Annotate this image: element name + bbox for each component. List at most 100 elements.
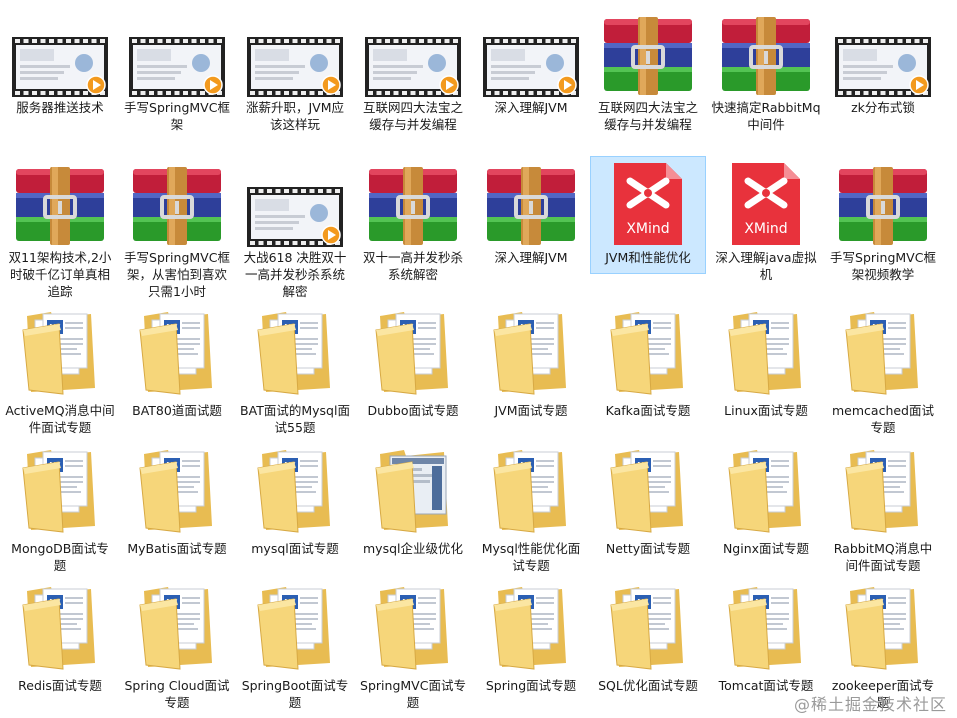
file-item[interactable]: W RabbitMQ消息中间件面试专题 <box>825 443 941 573</box>
folder-icon: W <box>138 310 216 400</box>
folder-icon: W <box>492 448 570 538</box>
archive-icon <box>14 167 106 249</box>
file-item[interactable]: 深入理解JVM <box>473 6 589 124</box>
video-file-icon <box>129 37 225 101</box>
file-item[interactable]: W Spring面试专题 <box>473 580 589 710</box>
folder-icon: W <box>609 310 687 400</box>
xmind-logo-text: XMind <box>626 221 669 237</box>
file-label: 大战618 决胜双十一高并发秒杀系统解密 <box>243 250 347 299</box>
file-item[interactable]: W Netty面试专题 <box>590 443 706 573</box>
folder-icon: W <box>844 310 922 400</box>
archive-icon <box>131 167 223 249</box>
file-item[interactable]: 服务器推送技术 <box>2 6 118 124</box>
watermark: @稀土掘金技术社区 <box>793 695 947 714</box>
xmind-icon: XMind <box>730 161 802 251</box>
folder-icon: W <box>492 310 570 400</box>
xmind-logo-text: XMind <box>744 221 787 237</box>
video-file-icon <box>835 37 931 101</box>
folder-screenshot-icon <box>374 448 452 538</box>
file-item[interactable]: W memcached面试专题 <box>825 305 941 435</box>
file-item[interactable]: W JVM面试专题 <box>473 305 589 435</box>
archive-icon <box>602 17 694 99</box>
file-label: 快速搞定RabbitMq中间件 <box>711 100 821 132</box>
folder-icon: W <box>844 448 922 538</box>
video-file-icon <box>483 37 579 101</box>
file-label: 涨薪升职，JVM应该这样玩 <box>245 100 345 132</box>
file-item[interactable]: 手写SpringMVC框架视频教学 <box>825 156 941 282</box>
file-label: Dubbo面试专题 <box>367 403 459 418</box>
file-label: Nginx面试专题 <box>722 541 810 556</box>
file-item[interactable]: W Mysql性能优化面试专题 <box>473 443 589 573</box>
file-label: zk分布式锁 <box>851 100 915 115</box>
file-item[interactable]: 涨薪升职，JVM应该这样玩 <box>237 6 353 132</box>
file-item[interactable]: W ActiveMQ消息中间件面试专题 <box>2 305 118 435</box>
file-item[interactable]: 双11架构技术,2小时破千亿订单真相追踪 <box>2 156 118 299</box>
folder-icon: W <box>21 585 99 675</box>
file-item[interactable]: zk分布式锁 <box>825 6 941 124</box>
file-label: SQL优化面试专题 <box>598 678 698 693</box>
file-label: Spring面试专题 <box>485 678 577 693</box>
folder-icon: W <box>21 310 99 400</box>
file-label: 双十一高并发秒杀系统解密 <box>362 250 463 282</box>
file-item[interactable]: mysql企业级优化 <box>355 443 471 573</box>
archive-icon <box>367 167 459 249</box>
file-item[interactable]: XMind JVM和性能优化 <box>590 156 706 274</box>
file-label: 手写SpringMVC框架 <box>124 100 230 132</box>
folder-icon: W <box>727 448 805 538</box>
file-item[interactable]: 双十一高并发秒杀系统解密 <box>355 156 471 282</box>
file-label: SpringMVC面试专题 <box>360 678 466 710</box>
file-label: SpringBoot面试专题 <box>241 678 349 710</box>
file-item[interactable]: XMind 深入理解java虚拟机 <box>708 156 824 282</box>
file-label: Redis面试专题 <box>18 678 102 693</box>
file-label: JVM和性能优化 <box>605 250 691 265</box>
file-item[interactable]: W SpringBoot面试专题 <box>237 580 353 710</box>
file-icon-grid: 服务器推送技术 手写SpringMVC框架 涨薪升职，JVM应该这样玩 互联网四… <box>0 0 957 718</box>
file-label: BAT面试的Mysql面试55题 <box>240 403 350 435</box>
file-item[interactable]: W MyBatis面试专题 <box>119 443 235 573</box>
file-item[interactable]: 互联网四大法宝之缓存与并发编程 <box>590 6 706 132</box>
video-file-icon <box>12 37 108 101</box>
file-item[interactable]: 大战618 决胜双十一高并发秒杀系统解密 <box>237 156 353 299</box>
folder-icon: W <box>609 448 687 538</box>
file-item[interactable]: W Nginx面试专题 <box>708 443 824 573</box>
file-label: 互联网四大法宝之缓存与并发编程 <box>597 100 698 132</box>
folder-icon: W <box>256 310 334 400</box>
file-item[interactable]: 手写SpringMVC框架，从害怕到喜欢只需1小时 <box>119 156 235 299</box>
file-item[interactable]: W BAT80道面试题 <box>119 305 235 435</box>
video-file-icon <box>247 187 343 251</box>
file-label: 手写SpringMVC框架视频教学 <box>830 250 936 282</box>
file-item[interactable]: W Linux面试专题 <box>708 305 824 435</box>
file-item[interactable]: W Redis面试专题 <box>2 580 118 710</box>
file-label: 双11架构技术,2小时破千亿订单真相追踪 <box>8 250 112 299</box>
file-item[interactable]: 互联网四大法宝之缓存与并发编程 <box>355 6 471 132</box>
file-label: MongoDB面试专题 <box>11 541 109 573</box>
video-file-icon <box>247 37 343 101</box>
file-item[interactable]: 快速搞定RabbitMq中间件 <box>708 6 824 132</box>
file-label: mysql面试专题 <box>251 541 339 556</box>
file-item[interactable]: 手写SpringMVC框架 <box>119 6 235 132</box>
file-label: RabbitMQ消息中间件面试专题 <box>833 541 933 573</box>
file-item[interactable]: W Dubbo面试专题 <box>355 305 471 435</box>
file-item[interactable]: W Spring Cloud面试专题 <box>119 580 235 710</box>
file-item[interactable]: W BAT面试的Mysql面试55题 <box>237 305 353 435</box>
file-label: ActiveMQ消息中间件面试专题 <box>5 403 115 435</box>
folder-icon: W <box>609 585 687 675</box>
file-item[interactable]: W Kafka面试专题 <box>590 305 706 435</box>
file-label: memcached面试专题 <box>832 403 934 435</box>
folder-icon: W <box>138 585 216 675</box>
file-item[interactable]: W SpringMVC面试专题 <box>355 580 471 710</box>
folder-icon: W <box>727 310 805 400</box>
video-file-icon <box>365 37 461 101</box>
folder-icon: W <box>21 448 99 538</box>
file-label: 深入理解java虚拟机 <box>715 250 817 282</box>
file-label: Spring Cloud面试专题 <box>124 678 230 710</box>
file-label: Netty面试专题 <box>605 541 691 556</box>
file-label: BAT80道面试题 <box>132 403 222 418</box>
file-item[interactable]: W mysql面试专题 <box>237 443 353 573</box>
folder-icon: W <box>727 585 805 675</box>
xmind-icon: XMind <box>612 161 684 251</box>
file-item[interactable]: 深入理解JVM <box>473 156 589 274</box>
file-item[interactable]: W MongoDB面试专题 <box>2 443 118 573</box>
file-item[interactable]: W SQL优化面试专题 <box>590 580 706 710</box>
folder-icon: W <box>374 310 452 400</box>
